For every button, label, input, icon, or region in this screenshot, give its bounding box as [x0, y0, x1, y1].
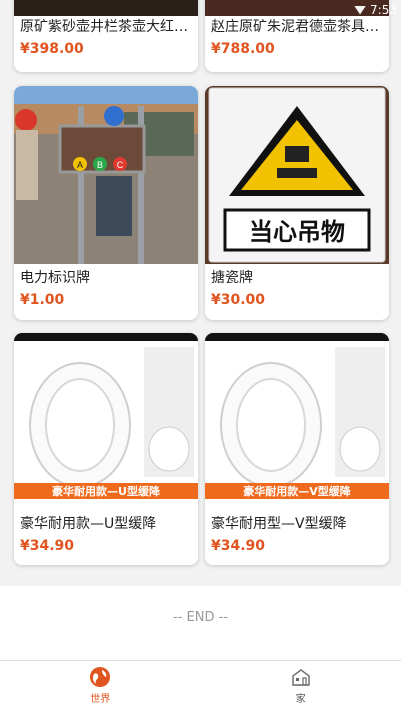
tab-home[interactable]: 家 — [201, 661, 401, 710]
home-icon — [292, 669, 310, 686]
sign-label-a: A — [77, 160, 83, 170]
product-card[interactable]: 原矿紫砂壶井栏茶壶大红… ¥398.00 — [14, 0, 198, 72]
banner-text: 豪华耐用款—V型缓降 — [243, 484, 352, 498]
product-price: ¥788.00 — [211, 41, 275, 57]
product-image: A B C — [14, 86, 198, 264]
product-price: ¥34.90 — [211, 538, 266, 554]
product-image: 豪华耐用款—U型缓降 — [14, 333, 198, 511]
sign-label-b: B — [97, 160, 103, 170]
end-area: -- END -- — [0, 586, 401, 660]
product-card[interactable]: A B C 电力标识牌 ¥1.00 — [14, 86, 198, 320]
product-card[interactable]: 豪华耐用款—U型缓降 豪华耐用款—U型缓降 ¥34.90 — [14, 333, 198, 565]
product-image — [14, 0, 198, 16]
sign-label-c: C — [117, 160, 124, 170]
status-time: 7:53 — [370, 3, 397, 17]
tab-label: 世界 — [90, 694, 111, 705]
tab-label: 家 — [295, 694, 306, 705]
banner-text: 豪华耐用款—U型缓降 — [52, 484, 161, 498]
product-title: 搪瓷牌 — [211, 270, 253, 286]
wifi-icon — [354, 5, 367, 15]
product-card[interactable]: 豪华耐用款—V型缓降 豪华耐用型—V型缓降 ¥34.90 — [205, 333, 389, 565]
end-marker: -- END -- — [173, 610, 228, 625]
product-price: ¥34.90 — [20, 538, 75, 554]
product-title: 原矿紫砂壶井栏茶壶大红… — [20, 19, 188, 35]
product-title: 豪华耐用款—U型缓降 — [20, 516, 157, 532]
product-price: ¥1.00 — [20, 292, 65, 308]
product-title: 电力标识牌 — [20, 270, 90, 286]
status-bar: 7:53 — [331, 0, 401, 20]
product-title: 豪华耐用型—V型缓降 — [211, 516, 347, 532]
product-feed: 原矿紫砂壶井栏茶壶大红… ¥398.00 赵庄原矿朱泥君德壶茶具… ¥788.0… — [0, 0, 401, 586]
product-price: ¥30.00 — [211, 292, 266, 308]
tab-world[interactable]: 世界 — [0, 661, 201, 710]
product-image: 当心吊物 — [205, 86, 389, 264]
tab-bar: 世界 家 — [0, 660, 401, 710]
product-image: 豪华耐用款—V型缓降 — [205, 333, 389, 511]
sign-text: 当心吊物 — [249, 218, 345, 246]
product-card[interactable]: 当心吊物 搪瓷牌 ¥30.00 — [205, 86, 389, 320]
globe-icon — [90, 667, 111, 687]
product-price: ¥398.00 — [20, 41, 84, 57]
